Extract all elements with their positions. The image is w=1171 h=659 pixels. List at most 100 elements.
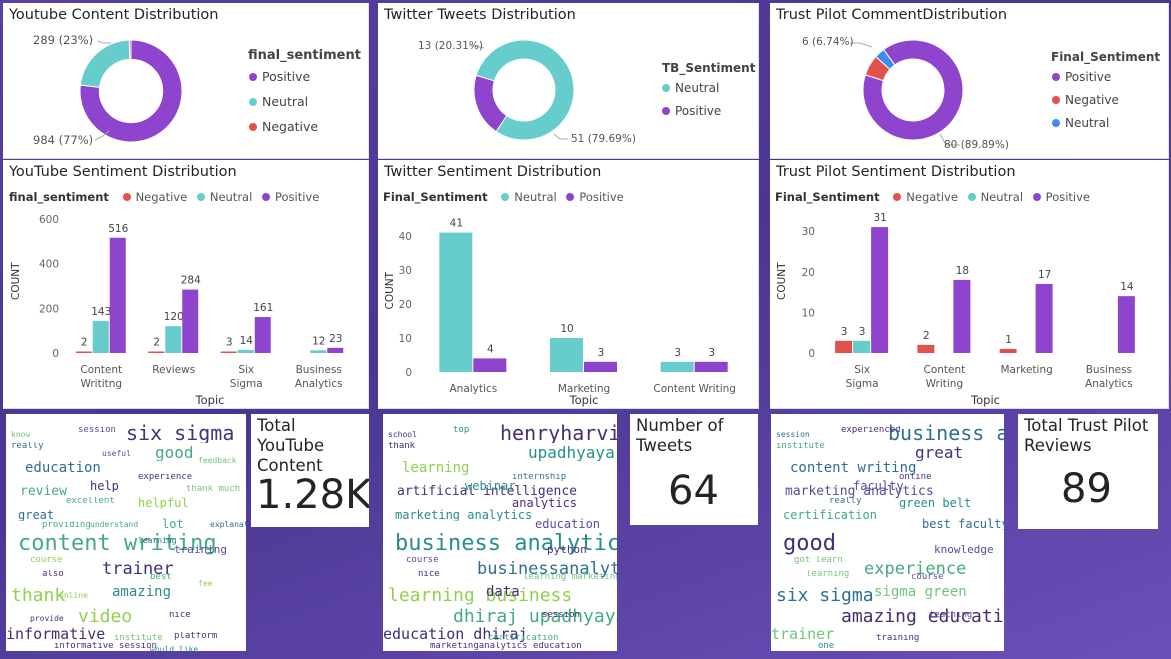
bar-neutral[interactable]	[439, 232, 473, 372]
legend-item-negative[interactable]: Negative	[1052, 93, 1119, 107]
bar-positive[interactable]	[254, 317, 271, 353]
bar-neutral[interactable]	[165, 326, 182, 353]
wordcloud-word: dhiraj upadhyaya	[453, 608, 617, 626]
positive-dot-icon	[1052, 73, 1060, 81]
wordcloud-word: understand	[90, 521, 139, 529]
wordcloud-word: great	[915, 445, 964, 461]
wordcloud-word: faculty	[853, 480, 904, 492]
wordcloud-word: feedback	[198, 457, 237, 465]
card-value: 64	[668, 468, 719, 514]
wordcloud-word: upadhyaya sep	[528, 445, 617, 461]
y-tick-label: 30	[802, 226, 815, 238]
data-label: 2	[923, 330, 930, 342]
data-label: 3	[598, 347, 605, 359]
bar-negative[interactable]	[917, 344, 935, 353]
trust-total-card[interactable]: Total Trust Pilot Reviews 89	[1018, 414, 1158, 529]
youtube-wordcloud[interactable]: content writing thank six sigma education re…	[6, 414, 246, 651]
data-label: 120	[164, 311, 184, 323]
twitter-bar-chart[interactable]: 010203040COUNT414Analytics103Marketing3 3…	[378, 160, 759, 409]
wordcloud-word: best	[150, 573, 172, 582]
wordcloud-word: good	[783, 533, 836, 555]
wordcloud-word: would like	[150, 646, 199, 651]
bar-positive[interactable]	[1035, 283, 1053, 353]
twitter-donut-panel[interactable]: Twitter Tweets Distribution 13 (20.31%) 5…	[378, 3, 759, 159]
legend-item-neutral[interactable]: Neutral	[662, 81, 719, 95]
slice-label-negative: 6 (6.74%)	[802, 36, 854, 48]
wordcloud-word: providing	[42, 521, 91, 530]
bar-positive[interactable]	[109, 237, 126, 353]
x-tick-label: Content Writing	[653, 383, 736, 395]
donut-slice-neutral[interactable]	[79, 39, 131, 88]
trust-wordcloud[interactable]: good six sigma business analytics content w…	[771, 414, 1004, 651]
bar-negative[interactable]	[835, 340, 853, 353]
bar-positive[interactable]	[694, 361, 728, 372]
donut-slice-negative[interactable]	[128, 39, 132, 60]
legend-item-positive[interactable]: Positive	[662, 104, 721, 118]
bar-positive[interactable]	[473, 358, 507, 372]
wordcloud-word: thank	[11, 587, 66, 605]
twitter-total-card[interactable]: Number of Tweets 64	[630, 414, 758, 525]
wordcloud-word: amazing education	[841, 608, 1004, 626]
bar-positive[interactable]	[182, 289, 199, 353]
callout-line[interactable]	[553, 133, 568, 140]
youtube-bar-chart[interactable]: 0200400600COUNT2143516ContentWrititng212…	[3, 160, 369, 409]
wordcloud-word: great	[18, 509, 55, 521]
trust-bar-chart[interactable]: 0 10 20 30 COUNT 3 3 31 Six Sigma 2 18 Content Writin…	[770, 160, 1169, 409]
twitter-wordcloud[interactable]: business analytics learning business henry…	[383, 414, 617, 651]
x-tick-label: Content	[80, 364, 122, 376]
bar-positive[interactable]	[871, 227, 889, 353]
wordcloud-word: data	[486, 585, 520, 599]
bar-neutral[interactable]	[310, 350, 327, 353]
bar-positive[interactable]	[953, 279, 971, 353]
bar-positive[interactable]	[327, 347, 344, 353]
bar-neutral[interactable]	[92, 321, 109, 353]
callout-line[interactable]	[97, 40, 111, 44]
wordcloud-word: teaching	[929, 611, 973, 620]
bar-negative[interactable]	[999, 348, 1017, 353]
x-tick-label: Writing	[926, 378, 964, 390]
bar-neutral[interactable]	[237, 349, 254, 353]
youtube-bar-panel[interactable]: YouTube Sentiment Distribution final_sen…	[3, 160, 369, 409]
bar-neutral[interactable]	[660, 361, 694, 372]
bar-negative[interactable]	[148, 351, 165, 354]
bar-negative[interactable]	[220, 351, 237, 354]
legend-item-neutral[interactable]: Neutral	[1052, 116, 1109, 130]
wordcloud-word: one	[818, 642, 835, 651]
wordcloud-word: nice	[418, 570, 440, 579]
bar-positive[interactable]	[1117, 296, 1135, 353]
data-label: 18	[956, 265, 969, 277]
x-tick-label: Business	[1086, 364, 1132, 376]
wordcloud-word: analytics	[512, 497, 578, 509]
donut-slice-positive[interactable]	[473, 74, 508, 133]
wordcloud-word: video	[78, 608, 133, 626]
wordcloud-word: got learn	[794, 556, 843, 565]
trust-donut-panel[interactable]: Trust Pilot CommentDistribution 6 (6.74%…	[770, 3, 1169, 159]
bar-neutral[interactable]	[853, 340, 871, 353]
youtube-donut-chart[interactable]: 289 (23%) 984 (77%)	[3, 3, 369, 159]
bar-positive[interactable]	[584, 361, 617, 372]
y-tick-label: 40	[399, 231, 412, 243]
trust-bar-panel[interactable]: Trust Pilot Sentiment Distribution Final…	[770, 160, 1169, 409]
twitter-bar-panel[interactable]: Twitter Sentiment Distribution Final_Sen…	[378, 160, 759, 409]
wordcloud-word: six sigma	[126, 423, 235, 443]
youtube-donut-panel[interactable]: Youtube Content Distribution 289 (23%) 98…	[3, 3, 369, 159]
wordcloud-word: knowledge	[934, 544, 994, 555]
youtube-total-card[interactable]: Total YouTube Content 1.28K	[251, 414, 369, 527]
wordcloud-word: webinar	[465, 480, 516, 492]
legend-item-negative[interactable]: Negative	[249, 119, 318, 134]
legend-item-neutral[interactable]: Neutral	[249, 94, 308, 109]
x-tick-label: Analytics	[1085, 378, 1133, 390]
wordcloud-word: provide	[30, 615, 64, 623]
x-tick-label: Sigma	[230, 378, 263, 390]
bar-neutral[interactable]	[550, 338, 583, 372]
legend-title: final_sentiment	[248, 48, 361, 63]
wordcloud-word: henryharvin	[500, 423, 617, 443]
legend-item-positive[interactable]: Positive	[1052, 70, 1111, 84]
bar-negative[interactable]	[75, 351, 92, 354]
legend-item-positive[interactable]: Positive	[249, 69, 310, 84]
data-label: 3	[226, 337, 233, 349]
data-label: 2	[81, 337, 88, 349]
wordcloud-word: education	[535, 518, 601, 530]
wordcloud-word: content writing	[790, 461, 917, 475]
card-value: 1.28K	[256, 472, 369, 518]
